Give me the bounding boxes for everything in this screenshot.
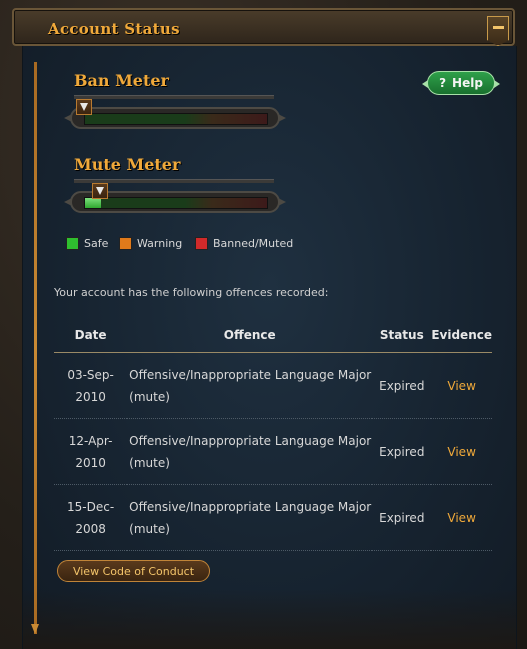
offence-line-2: (mute) bbox=[129, 455, 170, 470]
help-button[interactable]: ? Help bbox=[422, 71, 500, 95]
legend-label: Safe bbox=[84, 237, 109, 250]
legend-banned-muted: Banned/Muted bbox=[195, 237, 293, 250]
offence-line-2: (mute) bbox=[129, 389, 170, 404]
evidence-cell: View bbox=[431, 418, 492, 485]
date-line-2: 2010 bbox=[75, 389, 106, 404]
legend-warning: Warning bbox=[119, 237, 182, 250]
mute-meter-fill bbox=[85, 198, 101, 208]
help-label: Help bbox=[452, 76, 483, 90]
account-status-header: Account Status bbox=[12, 8, 515, 46]
offence-line-1: Offensive/Inappropriate Language Major bbox=[129, 367, 372, 382]
banned-swatch-icon bbox=[195, 237, 208, 250]
status-cell: Expired bbox=[372, 418, 432, 485]
mute-meter-bar bbox=[84, 197, 268, 209]
col-evidence: Evidence bbox=[431, 328, 492, 342]
col-date: Date bbox=[74, 328, 107, 342]
decorative-rail bbox=[34, 62, 37, 634]
pointer-icon bbox=[96, 187, 104, 195]
ban-meter-bar bbox=[84, 113, 268, 125]
legend-safe: Safe bbox=[66, 237, 108, 250]
offence-cell: Offensive/Inappropriate Language Major (m… bbox=[127, 418, 373, 485]
date-cell: 03-Sep- 2010 bbox=[54, 352, 128, 419]
minus-icon bbox=[493, 26, 504, 29]
offence-line-1: Offensive/Inappropriate Language Major bbox=[129, 433, 372, 448]
ban-meter-divider bbox=[74, 95, 274, 99]
decorative-rail-tip bbox=[31, 624, 39, 634]
table-row: 15-Dec- 2008 Offensive/Inappropriate Lang… bbox=[54, 484, 492, 551]
ban-meter bbox=[64, 107, 286, 129]
minimize-button[interactable] bbox=[487, 16, 509, 46]
date-line-1: 12-Apr-2010 bbox=[68, 433, 113, 470]
mute-meter-title: Mute Meter bbox=[74, 155, 181, 174]
offences-intro: Your account has the following offences … bbox=[54, 286, 329, 299]
date-line-1: 15-Dec- bbox=[67, 499, 115, 514]
question-icon: ? bbox=[439, 76, 447, 90]
col-offence: Offence bbox=[223, 328, 276, 342]
warning-swatch-icon bbox=[119, 237, 132, 250]
table-row: 03-Sep- 2010 Offensive/Inappropriate Lang… bbox=[54, 352, 492, 419]
legend-label: Warning bbox=[137, 237, 183, 250]
view-evidence-link[interactable]: View bbox=[447, 379, 475, 393]
view-evidence-link[interactable]: View bbox=[447, 445, 475, 459]
offence-line-1: Offensive/Inappropriate Language Major bbox=[129, 499, 372, 514]
panel-grunge-border bbox=[23, 589, 516, 649]
evidence-cell: View bbox=[431, 352, 492, 419]
date-cell: 12-Apr-2010 bbox=[54, 418, 128, 485]
view-evidence-link[interactable]: View bbox=[447, 511, 475, 525]
status-cell: Expired bbox=[372, 484, 432, 551]
table-header-row: Date Offence Status Evidence bbox=[54, 318, 492, 353]
offences-table: Date Offence Status Evidence 03-Sep- 2010… bbox=[54, 318, 492, 551]
evidence-cell: View bbox=[431, 484, 492, 551]
offence-line-2: (mute) bbox=[129, 521, 170, 536]
offence-cell: Offensive/Inappropriate Language Major (m… bbox=[127, 352, 373, 419]
page-title: Account Status bbox=[48, 20, 180, 38]
date-cell: 15-Dec- 2008 bbox=[54, 484, 128, 551]
legend-label: Banned/Muted bbox=[213, 237, 294, 250]
col-status: Status bbox=[379, 328, 424, 342]
safe-swatch-icon bbox=[66, 237, 79, 250]
ban-meter-pointer bbox=[76, 99, 92, 115]
date-line-2: 2008 bbox=[75, 521, 106, 536]
view-code-of-conduct-button[interactable]: View Code of Conduct bbox=[57, 560, 210, 582]
status-cell: Expired bbox=[372, 352, 432, 419]
table-row: 12-Apr-2010 Offensive/Inappropriate Lang… bbox=[54, 418, 492, 485]
date-line-1: 03-Sep- bbox=[67, 367, 114, 382]
offence-cell: Offensive/Inappropriate Language Major (m… bbox=[127, 484, 373, 551]
ban-meter-title: Ban Meter bbox=[74, 71, 169, 90]
pointer-icon bbox=[80, 103, 88, 111]
mute-meter-pointer bbox=[92, 183, 108, 199]
